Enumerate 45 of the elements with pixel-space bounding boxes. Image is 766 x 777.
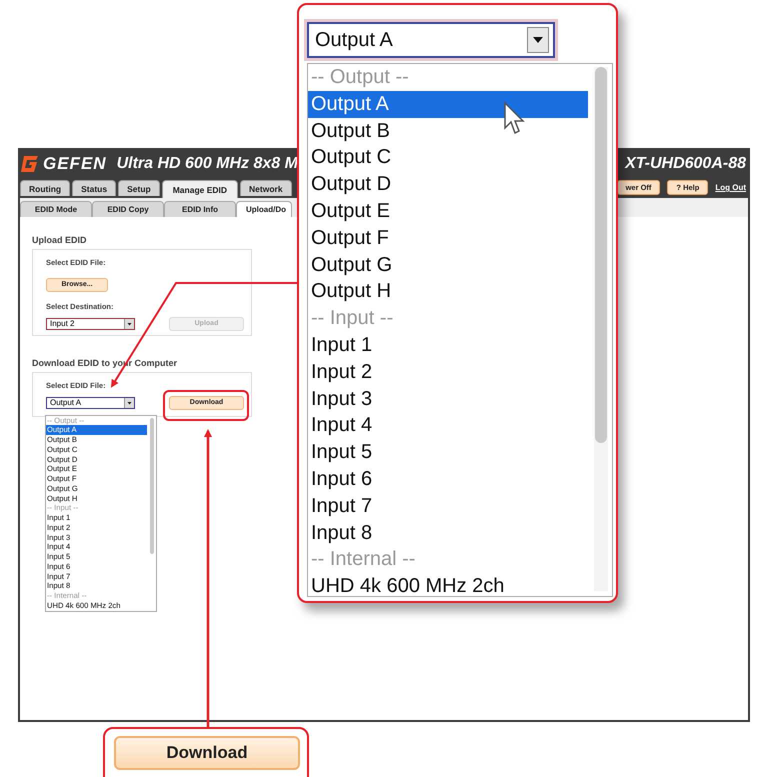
dropdown-option[interactable]: Input 8	[308, 520, 588, 546]
sub-tab[interactable]: EDID Copy	[92, 201, 164, 217]
product-title: Ultra HD 600 MHz 8x8 M	[116, 155, 298, 173]
dropdown-option[interactable]: Output F	[308, 224, 588, 252]
nav-tab[interactable]: Network	[240, 180, 292, 196]
nav-tab[interactable]: Status	[72, 180, 116, 196]
nav-tab[interactable]: Setup	[118, 180, 160, 196]
dropdown-option[interactable]: Output G	[308, 252, 588, 278]
dropdown-option[interactable]: Output D	[308, 171, 588, 198]
dropdown-option[interactable]: UHD 4k 600 MHz 2ch	[308, 573, 588, 600]
brand-logo: GEFEN	[43, 154, 107, 174]
dropdown-option[interactable]: Input 3	[308, 386, 588, 412]
scrollbar[interactable]	[594, 67, 608, 591]
logo-icon	[20, 155, 39, 173]
dropdown-option[interactable]: Input 5	[308, 439, 588, 466]
caret-icon	[527, 27, 549, 53]
dropdown-option[interactable]: Input 2	[308, 358, 588, 386]
sub-tab[interactable]: EDID Mode	[20, 201, 92, 217]
section-title: Upload EDID	[32, 235, 87, 245]
dropdown-option: -- Internal --	[308, 546, 588, 574]
dropdown-option: -- Input --	[308, 305, 588, 332]
destination-select[interactable]: Input 2	[46, 318, 135, 330]
caret-icon	[124, 318, 134, 328]
dropdown-option[interactable]: Output H	[308, 278, 588, 306]
sub-tab[interactable]: EDID Info	[164, 201, 236, 217]
dropdown-option[interactable]: Input 6	[308, 466, 588, 493]
caret-icon	[124, 398, 134, 408]
sub-tab[interactable]: Upload/Do	[236, 201, 292, 217]
edid-file-select[interactable]: Output A	[307, 22, 555, 58]
dropdown-option[interactable]: Output C	[308, 144, 588, 172]
pointer-cursor-icon	[504, 102, 526, 136]
dropdown-option: -- Output --	[308, 64, 588, 91]
nav-tab[interactable]: Routing	[20, 180, 70, 196]
dropdown-option[interactable]: Input 7	[308, 492, 588, 520]
dropdown-option[interactable]: Output A	[308, 90, 588, 118]
scrollbar[interactable]	[150, 418, 154, 554]
nav-tab[interactable]: Manage EDID	[162, 180, 238, 198]
dropdown-option[interactable]: Output E	[308, 198, 588, 225]
dropdown-option[interactable]: Output B	[308, 118, 588, 144]
logout-link[interactable]: Log Out	[715, 183, 746, 192]
edid-file-select[interactable]: Output A	[46, 396, 135, 408]
download-button[interactable]: Download	[114, 736, 300, 770]
product-model: XT-UHD600A-88	[625, 155, 746, 173]
dropdown-option[interactable]: Input 1	[308, 332, 588, 359]
dropdown-option[interactable]: Input 4	[308, 412, 588, 440]
